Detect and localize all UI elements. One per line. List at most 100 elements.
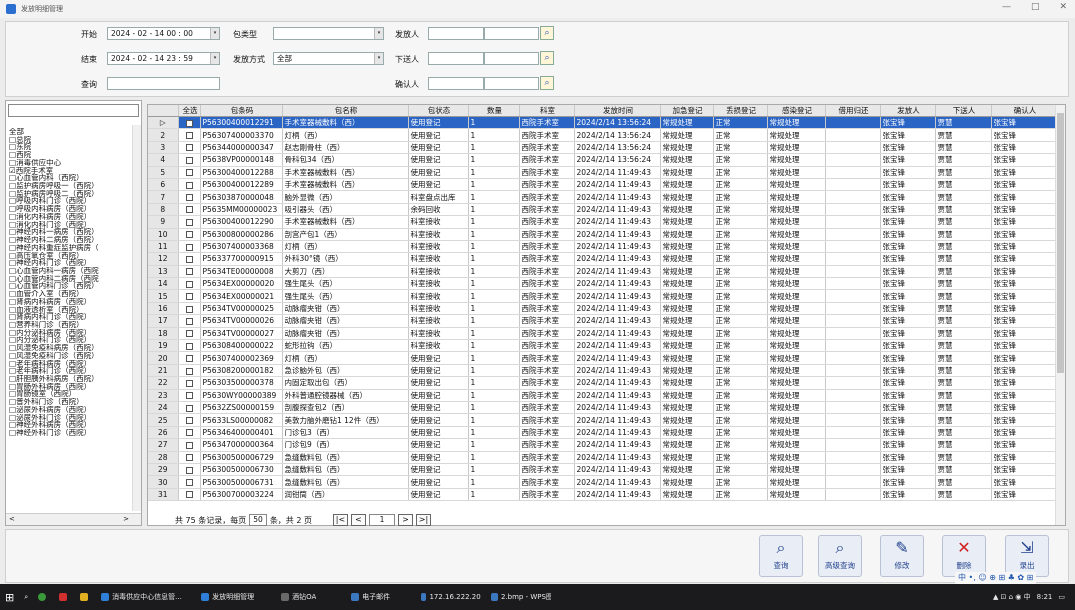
table-row[interactable]: 31 P56300700003224 润钳筒（西） 使用登记 1 西院手术室 2024/2/… [148,488,1058,502]
spin-icon[interactable]: ▾ [210,28,219,39]
table-row[interactable]: 6 P56300400012289 手术室器械敷料（西） 使用登记 1 西院手术室 2024… [148,178,1058,192]
table-row[interactable]: 27 P56347000000364 门诊包9（西） 使用登记 1 西院手术室 2024/2… [148,438,1058,452]
tree-item[interactable]: □风湿免疫科门诊（西院） [9,352,131,360]
row-checkbox[interactable] [185,156,193,164]
taskbar-item[interactable]: 电子邮件 [346,584,416,610]
table-row[interactable]: 18 P5634TV00000027 动脉瘤夹钳（西） 科室接收 1 西院手术室 2024/… [148,327,1058,341]
table-row[interactable]: 22 P56303500000378 内固定取出包（西） 使用登记 1 西院手术室 2024… [148,376,1058,390]
table-row[interactable]: 21 P56308200000182 急诊脑外包（西） 使用登记 1 西院手术室 2024/… [148,364,1058,378]
row-checkbox[interactable] [185,404,193,412]
taskbar-item[interactable]: 消毒供应中心信息管... [96,584,196,610]
tree-item[interactable]: □神经外科门诊（西院） [9,429,131,437]
tree-item[interactable]: □胃肠镜室（西院） [9,390,131,398]
tree-item[interactable]: □西院 [9,151,131,159]
column-header[interactable]: 包条码 [200,105,283,117]
tree-item[interactable]: □神经内科一病房（西院） [9,228,131,236]
ime-toolbar[interactable]: 中 •, ☺ ⊕ ⊞ ♣ ✿ ⊞ [955,572,1037,584]
tree-scrollbar[interactable] [132,125,141,511]
next-page-button[interactable]: > [398,514,413,526]
row-checkbox[interactable] [185,293,193,301]
row-checkbox[interactable] [185,169,193,177]
page-number-input[interactable]: 1 [369,514,395,526]
row-checkbox[interactable] [185,194,193,202]
table-row[interactable]: 9 P56300400012290 手术室器械敷料（西） 科室接收 1 西院手术室 2024… [148,215,1058,229]
tree-item[interactable]: □内分泌科病房（西院） [9,329,131,337]
table-row[interactable]: 16 P5634TV00000025 动脉瘤夹钳（西） 科室接收 1 西院手术室 2024/… [148,302,1058,316]
table-row[interactable]: 2 P56307400003370 灯柄（西） 使用登记 1 西院手术室 2024/2/14… [148,128,1058,142]
table-row[interactable]: 13 P5634TE00000008 大剪刀（西） 科室接收 1 西院手术室 2024/2/… [148,265,1058,279]
tree-item[interactable]: □血管介入室（西院） [9,290,131,298]
issue-method-select[interactable]: 全部 ▾ [273,52,384,65]
tree-item[interactable]: □营养科门诊（西院） [9,321,131,329]
prev-page-button[interactable]: < [351,514,366,526]
row-checkbox[interactable] [185,342,193,350]
table-row[interactable]: 30 P56300500006731 急缝敷料包（西） 使用登记 1 西院手术室 2024/… [148,475,1058,489]
row-checkbox[interactable] [185,317,193,325]
tray-icons[interactable]: ▲ ⊡ ⌂ ◉ 中 [993,592,1031,602]
tree-item[interactable]: □心血管内科门诊（西院） [9,282,131,290]
table-row[interactable]: 17 P5634TV00000026 动脉瘤夹钳（西） 科室接收 1 西院手术室 2024/… [148,314,1058,328]
edit-button[interactable]: ✎ 修改 [880,535,924,577]
export-button[interactable]: ⇲ 录出 [1005,535,1049,577]
tree-item[interactable]: □普外科门诊（西院） [9,398,131,406]
deliverer-input-b[interactable] [484,52,539,65]
tree-item[interactable]: □内分泌科门诊（西院） [9,336,131,344]
start-button[interactable]: ⊞ [0,584,19,610]
picker-icon[interactable]: ⌕ [540,26,554,40]
taskbar-item[interactable]: 2.bmp - WPS图片 [486,584,556,610]
tree-item[interactable]: □泌尿外科门诊（西院） [9,414,131,422]
row-checkbox[interactable] [185,330,193,338]
table-row[interactable]: 5 P56300400012288 手术室器械敷料（西） 使用登记 1 西院手术室 2024… [148,166,1058,179]
column-header[interactable]: 发放时间 [574,105,661,117]
tree-hscrollbar[interactable]: < > [6,513,141,525]
table-row[interactable]: 12 P56337700000915 外科30°镜（西） 科室接收 1 西院手术室 2024… [148,252,1058,266]
taskbar-item[interactable]: 发放明细管理 [196,584,276,610]
delete-button[interactable]: ✕ 删除 [942,535,986,577]
tree-item[interactable]: □肝胆胰外科病房（西院） [9,375,131,383]
row-checkbox[interactable] [185,305,193,313]
table-row[interactable]: 19 P56308400000022 蛇形拉钩（西） 科室接收 1 西院手术室 2024/2… [148,339,1058,353]
first-page-button[interactable]: |< [333,514,348,526]
taskbar-item[interactable]: 酒钻OA [276,584,346,610]
tree-item[interactable]: 全部 [9,128,131,136]
picker-icon[interactable]: ⌕ [540,51,554,65]
table-row[interactable]: 4 P5638VP00000148 骨科包34（西） 使用登记 1 西院手术室 2024/2… [148,153,1058,167]
row-checkbox[interactable] [185,367,193,375]
tree-item[interactable]: □心血管内科二病房（西院 [9,275,131,283]
confirmer-input-b[interactable] [484,77,539,90]
pkg-type-select[interactable]: ▾ [273,27,384,40]
tree-item[interactable]: □神经内科重症监护病房（ [9,244,131,252]
notification-icon[interactable]: ▭ [1058,593,1065,601]
table-row[interactable]: 14 P5634EX00000020 强生尾头（西） 科室接收 1 西院手术室 2024/2… [148,277,1058,291]
row-checkbox[interactable] [185,280,193,288]
tree-item[interactable]: □消毒供应中心 [9,159,131,167]
taskbar-item[interactable]: 172.16.222.200/gen... [416,584,486,610]
column-header[interactable]: 确认人 [991,105,1058,117]
tree-item[interactable]: □神经外科病房（西院） [9,421,131,429]
taskbar-browser-icon[interactable] [33,584,54,610]
row-checkbox[interactable] [185,132,193,140]
tree-item[interactable]: □呼吸内科门诊（西院） [9,197,131,205]
table-row[interactable]: 26 P56346400000401 门诊包3（西） 使用登记 1 西院手术室 2024/2… [148,426,1058,440]
taskbar-explorer-icon[interactable] [75,584,96,610]
page-size-input[interactable]: 50 [249,514,267,526]
row-checkbox[interactable] [185,392,193,400]
row-checkbox[interactable] [185,441,193,449]
chevron-down-icon[interactable]: ▾ [374,28,383,39]
table-row[interactable]: 10 P56300800000286 剖宫产包1（西） 科室接收 1 西院手术室 2024/… [148,228,1058,241]
column-header[interactable]: 包名称 [282,105,409,117]
table-row[interactable]: ▷ P56300400012291 手术室器械敷料（西） 使用登记 1 西院手术室 2024… [148,116,1058,130]
table-row[interactable]: 3 P56344000000347 赵志刚骨柱（西） 使用登记 1 西院手术室 2024/2… [148,141,1058,155]
tree-item[interactable]: □消化内科病房（西院） [9,213,131,221]
tree-item[interactable]: □呼吸内科病房（西院） [9,205,131,213]
taskbar-wps-icon[interactable] [54,584,75,610]
row-checkbox[interactable] [185,491,193,499]
maximize-button[interactable]: □ [1031,2,1040,12]
tree-item[interactable]: □东院 [9,143,131,151]
table-row[interactable]: 23 P5630WY00000389 外科普通腔镜器械（西） 使用登记 1 西院手术室 20… [148,389,1058,403]
column-header[interactable] [148,105,179,117]
row-checkbox[interactable] [185,218,193,226]
tree-item[interactable]: □监护病房呼吸一（西院） [9,182,131,190]
row-checkbox[interactable] [185,417,193,425]
grid-scrollbar[interactable] [1055,105,1065,525]
